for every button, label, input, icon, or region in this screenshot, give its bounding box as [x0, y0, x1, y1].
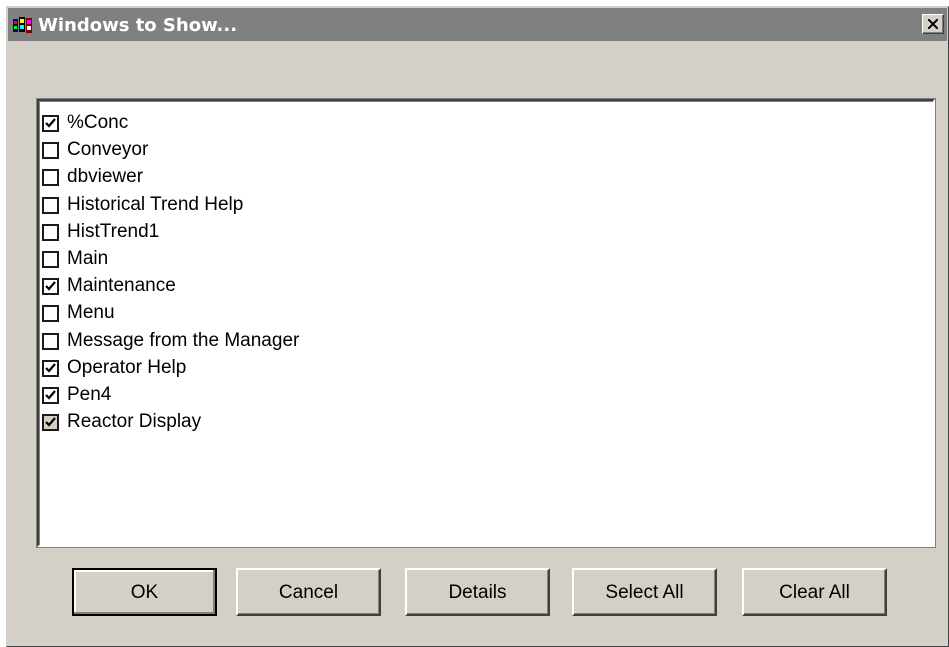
checklist-item[interactable]: Historical Trend Help: [42, 193, 642, 220]
check-mark-icon: [45, 417, 56, 427]
checklist-item[interactable]: HistTrend1: [42, 220, 642, 247]
checklist-item[interactable]: %Conc: [42, 111, 642, 138]
checklist-item-label: Pen4: [67, 384, 112, 405]
check-mark-icon: [45, 118, 56, 128]
window-checklist[interactable]: %Conc Conveyor dbviewer Historical Trend He…: [37, 99, 935, 547]
check-mark-icon: [45, 390, 56, 400]
ok-button[interactable]: OK: [72, 568, 217, 616]
checkbox[interactable]: [42, 387, 59, 404]
checklist-item[interactable]: dbviewer: [42, 165, 642, 192]
dialog-title: Windows to Show...: [38, 15, 238, 36]
checklist-item-label: Maintenance: [67, 275, 176, 297]
checklist-item-label: HistTrend1: [67, 220, 160, 242]
checklist-item-label: dbviewer: [67, 166, 144, 188]
clear-all-button[interactable]: Clear All: [742, 568, 887, 616]
checklist-item-label: Main: [67, 248, 109, 269]
title-bar[interactable]: Windows to Show...: [8, 8, 947, 41]
checklist-item-label: Historical Trend Help: [67, 193, 244, 215]
close-button[interactable]: [922, 14, 944, 34]
checklist-item[interactable]: Main: [42, 247, 642, 274]
checklist-item-label: %Conc: [67, 112, 129, 133]
checkbox[interactable]: [42, 142, 59, 160]
checkbox[interactable]: [42, 169, 59, 187]
checklist-item[interactable]: Conveyor: [42, 138, 642, 165]
close-icon: [928, 19, 938, 29]
check-mark-icon: [45, 363, 56, 373]
checklist-item-label: Menu: [67, 302, 115, 324]
checklist-item[interactable]: Operator Help: [42, 356, 642, 383]
checkbox[interactable]: [42, 115, 59, 132]
checklist-item-label: Operator Help: [67, 356, 187, 378]
checklist-item-label: Conveyor: [67, 139, 149, 161]
multi-window-app-icon: [13, 17, 32, 34]
checklist-item[interactable]: Menu: [42, 301, 642, 328]
checkbox[interactable]: [42, 414, 59, 432]
checklist-item-label: Reactor Display: [67, 411, 202, 433]
checklist-item[interactable]: Pen4: [42, 383, 642, 410]
windows-to-show-dialog: Windows to Show... %Conc Conveyor dbviewer…: [6, 6, 949, 647]
checkbox[interactable]: [42, 251, 59, 268]
checkbox[interactable]: [42, 332, 59, 350]
checkbox[interactable]: [42, 278, 59, 296]
checkbox[interactable]: [42, 196, 59, 214]
cancel-button[interactable]: Cancel: [236, 568, 381, 616]
checklist-item[interactable]: Reactor Display: [42, 410, 642, 437]
checklist-item-label: Message from the Manager: [67, 329, 300, 351]
checkbox[interactable]: [42, 223, 59, 241]
checklist-item[interactable]: Maintenance: [42, 274, 642, 301]
check-mark-icon: [45, 281, 56, 291]
checkbox[interactable]: [42, 305, 59, 323]
details-button[interactable]: Details: [405, 568, 550, 616]
checkbox[interactable]: [42, 359, 59, 377]
checklist-item[interactable]: Message from the Manager: [42, 329, 642, 356]
select-all-button[interactable]: Select All: [572, 568, 717, 616]
